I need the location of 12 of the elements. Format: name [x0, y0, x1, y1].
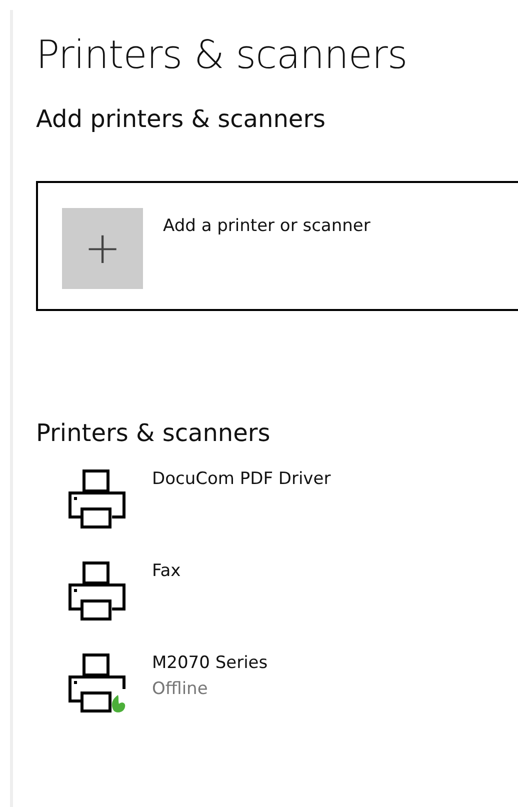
printer-name: Fax: [152, 560, 181, 583]
add-printer-button[interactable]: + Add a printer or scanner: [36, 181, 518, 311]
printer-item[interactable]: M2070 Series Offline: [64, 649, 518, 715]
printer-item[interactable]: DocuCom PDF Driver: [64, 465, 518, 531]
section-heading: Printers & scanners: [36, 421, 272, 445]
printer-item[interactable]: Fax: [64, 557, 518, 623]
printer-name: M2070 Series: [152, 652, 268, 675]
page-title: Printers & scanners: [36, 36, 408, 75]
section-heading: Add printers & scanners: [36, 107, 327, 131]
plus-icon: +: [62, 208, 143, 289]
printer-status: Offline: [152, 678, 209, 700]
printer-name: DocuCom PDF Driver: [152, 468, 331, 491]
